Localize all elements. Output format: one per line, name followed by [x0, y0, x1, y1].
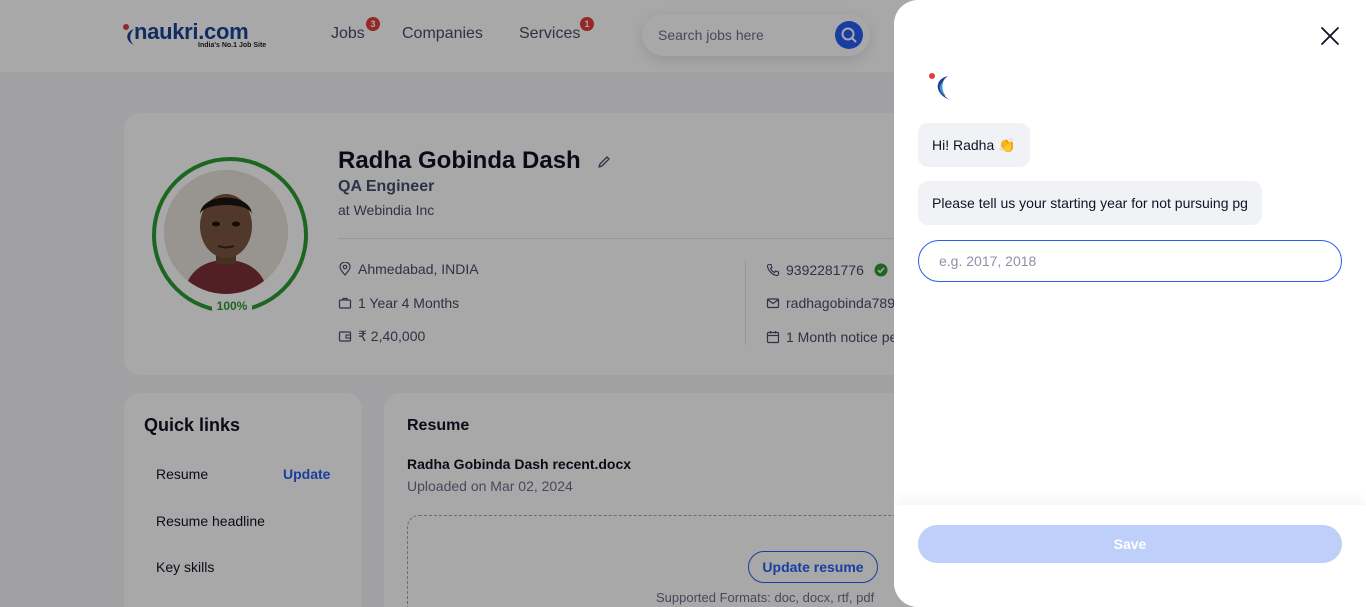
- close-icon[interactable]: [1320, 26, 1340, 46]
- chatbot-logo-icon: [929, 73, 950, 100]
- bot-question-bubble: Please tell us your starting year for no…: [918, 181, 1262, 225]
- save-button[interactable]: Save: [918, 525, 1342, 563]
- year-answer-input[interactable]: [918, 240, 1342, 282]
- chatbot-drawer: Hi! Radha 👏 Please tell us your starting…: [894, 0, 1366, 607]
- bot-greeting-bubble: Hi! Radha 👏: [918, 123, 1030, 167]
